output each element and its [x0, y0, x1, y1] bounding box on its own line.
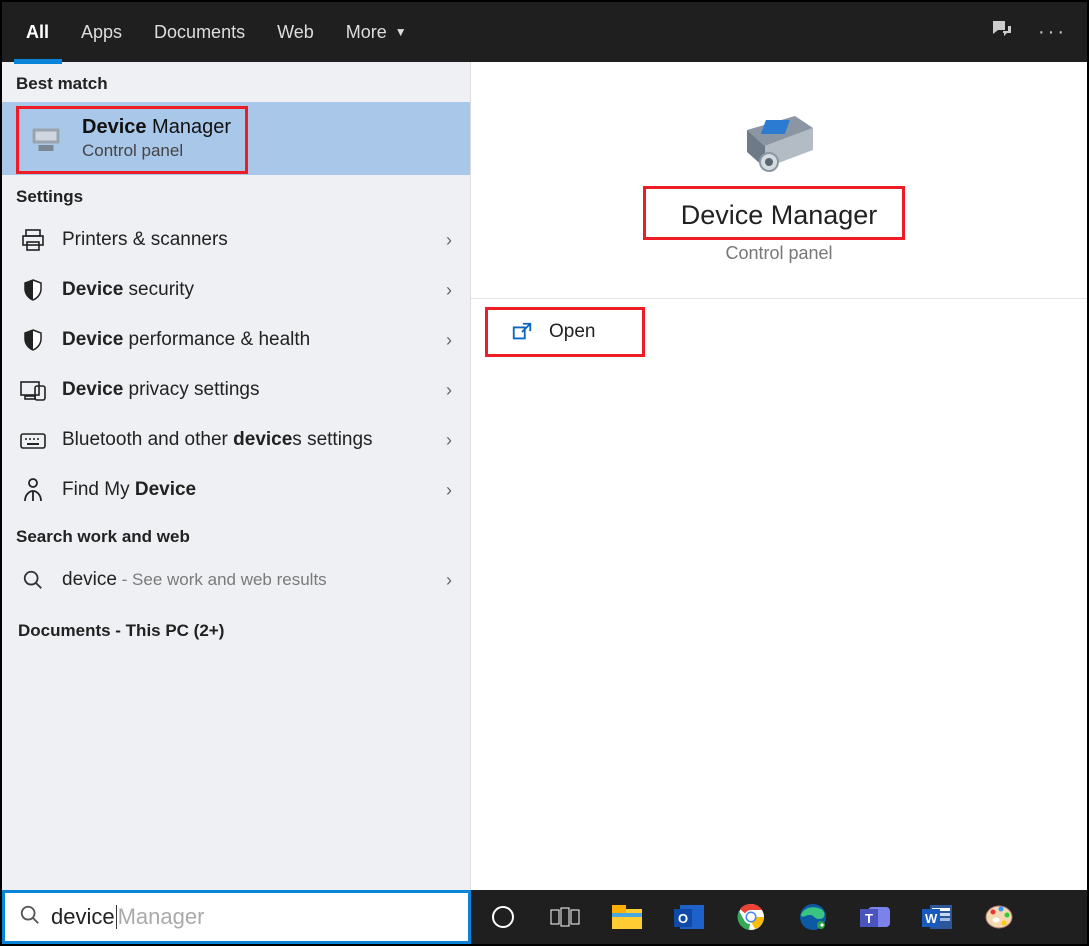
- search-suggestion-ghost: Manager: [118, 904, 205, 930]
- preview-pane: Device Manager Control panel Open: [471, 62, 1087, 890]
- chevron-right-icon: ›: [446, 330, 452, 351]
- privacy-icon: [20, 377, 46, 403]
- search-scope-tabs: All Apps Documents Web More▼ ···: [2, 2, 1087, 62]
- tab-web[interactable]: Web: [261, 2, 330, 62]
- chevron-right-icon: ›: [446, 230, 452, 251]
- settings-item-5[interactable]: Find My Device›: [2, 465, 470, 515]
- svg-text:O: O: [678, 911, 688, 926]
- search-web-text: device - See work and web results: [62, 569, 446, 591]
- chevron-right-icon: ›: [446, 480, 452, 501]
- settings-heading: Settings: [2, 175, 470, 215]
- settings-item-2[interactable]: Device performance & health›: [2, 315, 470, 365]
- printer-icon: [20, 227, 46, 253]
- file-explorer-icon[interactable]: [609, 899, 645, 935]
- settings-item-label: Device security: [62, 279, 446, 301]
- shield-icon: [20, 327, 46, 353]
- chevron-right-icon: ›: [446, 430, 452, 451]
- chevron-right-icon: ›: [446, 380, 452, 401]
- tab-apps[interactable]: Apps: [65, 2, 138, 62]
- search-results-pane: Best match Device Manager Control panel …: [2, 62, 471, 890]
- paint-icon[interactable]: [981, 899, 1017, 935]
- settings-item-label: Device privacy settings: [62, 379, 446, 401]
- outlook-icon[interactable]: O: [671, 899, 707, 935]
- settings-item-3[interactable]: Device privacy settings›: [2, 365, 470, 415]
- tab-documents[interactable]: Documents: [138, 2, 261, 62]
- shield-icon: [20, 277, 46, 303]
- more-options-icon[interactable]: ···: [1038, 21, 1067, 44]
- bottom-bar: deviceManager O T W: [2, 890, 1087, 944]
- word-icon[interactable]: W: [919, 899, 955, 935]
- settings-item-label: Device performance & health: [62, 329, 446, 351]
- best-match-title: Device Manager: [82, 116, 231, 139]
- chevron-down-icon: ▼: [395, 25, 407, 39]
- tab-all[interactable]: All: [10, 2, 65, 62]
- search-typed-text: device: [51, 904, 115, 930]
- device-manager-icon: [28, 121, 64, 157]
- settings-item-4[interactable]: Bluetooth and other devices settings›: [2, 415, 470, 465]
- feedback-icon[interactable]: [990, 18, 1014, 47]
- taskview-icon[interactable]: [547, 899, 583, 935]
- search-web-heading: Search work and web: [2, 515, 470, 555]
- best-match-heading: Best match: [2, 62, 470, 102]
- search-icon: [20, 567, 46, 593]
- svg-text:W: W: [925, 911, 938, 926]
- best-match-subtitle: Control panel: [82, 141, 231, 161]
- preview-subtitle: Control panel: [725, 243, 832, 264]
- teams-icon[interactable]: T: [857, 899, 893, 935]
- best-match-device-manager[interactable]: Device Manager Control panel: [2, 102, 470, 175]
- device-manager-large-icon: [735, 106, 823, 182]
- keyboard-icon: [20, 427, 46, 453]
- open-action[interactable]: Open: [471, 299, 1087, 365]
- findmy-icon: [20, 477, 46, 503]
- preview-title: Device Manager: [671, 196, 888, 235]
- taskbar: O T W: [471, 890, 1087, 944]
- settings-item-label: Printers & scanners: [62, 229, 446, 251]
- settings-item-1[interactable]: Device security›: [2, 265, 470, 315]
- tab-more[interactable]: More▼: [330, 2, 423, 62]
- open-label: Open: [549, 321, 595, 343]
- search-web-result[interactable]: device - See work and web results ›: [2, 555, 470, 605]
- search-box[interactable]: deviceManager: [2, 890, 471, 944]
- search-icon: [19, 904, 41, 931]
- chevron-right-icon: ›: [446, 570, 452, 591]
- chrome-icon[interactable]: [733, 899, 769, 935]
- chevron-right-icon: ›: [446, 280, 452, 301]
- settings-item-0[interactable]: Printers & scanners›: [2, 215, 470, 265]
- settings-item-label: Find My Device: [62, 479, 446, 501]
- documents-heading: Documents - This PC (2+): [2, 605, 470, 657]
- edge-icon[interactable]: [795, 899, 831, 935]
- svg-text:T: T: [865, 911, 873, 926]
- cortana-icon[interactable]: [485, 899, 521, 935]
- settings-item-label: Bluetooth and other devices settings: [62, 429, 446, 451]
- open-external-icon: [511, 321, 533, 343]
